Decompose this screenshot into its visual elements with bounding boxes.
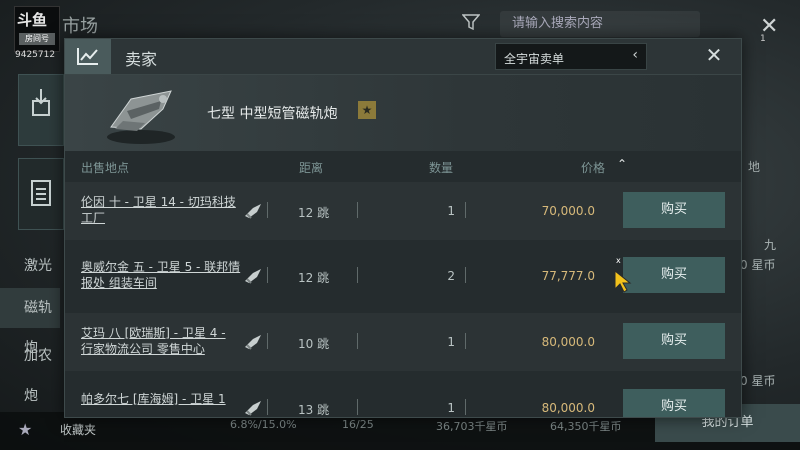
row-quantity: 1 bbox=[447, 204, 455, 218]
dialog-title: 卖家 bbox=[125, 50, 158, 69]
divider bbox=[267, 333, 268, 349]
row-distance: 13 跳 bbox=[298, 403, 330, 417]
buy-button[interactable]: 购买 bbox=[623, 389, 725, 417]
divider bbox=[357, 333, 358, 349]
row-location[interactable]: 奥威尔金 五 - 卫星 5 - 联邦情报处 组装车间 bbox=[81, 259, 241, 291]
row-price: 70,000.0 bbox=[541, 204, 595, 218]
mouse-cursor-icon bbox=[614, 269, 632, 298]
divider bbox=[267, 399, 268, 415]
row-location[interactable]: 帕多尔七 [库海姆] - 卫星 1 bbox=[81, 391, 241, 407]
row-location[interactable]: 伦因 十 - 卫星 14 - 切玛科技 工厂 bbox=[81, 194, 241, 226]
right-label-2: 九 bbox=[764, 238, 777, 252]
filter-icon[interactable] bbox=[461, 14, 481, 31]
divider bbox=[465, 267, 466, 283]
corner-mark: 1 bbox=[760, 34, 766, 44]
railgun-image bbox=[101, 81, 181, 147]
streamer-logo: 斗鱼 房间号 bbox=[14, 6, 60, 52]
orders-tab-icon[interactable] bbox=[18, 158, 64, 230]
row-distance: 12 跳 bbox=[298, 206, 330, 220]
cursor-marker: x bbox=[616, 256, 621, 265]
row-distance: 10 跳 bbox=[298, 337, 330, 351]
table-row: 奥威尔金 五 - 卫星 5 - 联邦情报处 组装车间 12 跳 2 77,777… bbox=[65, 247, 741, 305]
row-price: 80,000.0 bbox=[541, 335, 595, 349]
logo-text: 斗鱼 bbox=[17, 11, 48, 29]
star-icon[interactable]: ★ bbox=[18, 420, 32, 439]
sort-up-icon[interactable]: ⌃ bbox=[617, 157, 627, 171]
travel-icon[interactable] bbox=[243, 267, 263, 285]
right-label-1: 地 bbox=[748, 160, 761, 174]
sell-tab-icon[interactable] bbox=[18, 74, 64, 146]
balance-stat: 36,703千星币 bbox=[436, 420, 508, 433]
side-item-cannon[interactable]: 加农炮 bbox=[0, 336, 60, 404]
buy-button[interactable]: 购买 bbox=[623, 192, 725, 228]
buy-button[interactable]: 购买 bbox=[623, 323, 725, 359]
escrow-stat: 64,350千星币 bbox=[550, 420, 622, 433]
divider bbox=[465, 333, 466, 349]
table-row: 帕多尔七 [库海姆] - 卫星 1 13 跳 1 80,000.0 购买 bbox=[65, 379, 741, 417]
divider bbox=[267, 267, 268, 283]
row-location[interactable]: 艾玛 八 [欧瑞斯] - 卫星 4 - 行家物流公司 零售中心 bbox=[81, 325, 241, 357]
order-count-stat: 16/25 bbox=[342, 418, 374, 431]
travel-icon[interactable] bbox=[243, 202, 263, 220]
chevron-left-icon: ‹ bbox=[632, 47, 638, 63]
side-item-railgun[interactable]: 磁轨炮 bbox=[0, 288, 60, 356]
dialog-header: 卖家 全宇宙卖单 ‹ ✕ bbox=[65, 39, 741, 75]
column-price[interactable]: 价格 bbox=[581, 159, 605, 176]
divider bbox=[357, 399, 358, 415]
divider bbox=[357, 267, 358, 283]
travel-icon[interactable] bbox=[243, 399, 263, 417]
search-input[interactable]: 请输入搜索内容 bbox=[500, 11, 700, 37]
star-icon[interactable]: ★ bbox=[358, 101, 376, 119]
divider bbox=[357, 202, 358, 218]
row-quantity: 2 bbox=[447, 269, 455, 283]
chart-icon[interactable] bbox=[65, 39, 111, 74]
market-title: 市场 bbox=[62, 16, 98, 37]
favorites-label[interactable]: 收藏夹 bbox=[60, 421, 96, 438]
logo-room-label: 房间号 bbox=[19, 33, 55, 45]
row-distance: 12 跳 bbox=[298, 271, 330, 285]
buy-button[interactable]: 购买 bbox=[623, 257, 725, 293]
row-quantity: 1 bbox=[447, 401, 455, 415]
row-price: 80,000.0 bbox=[541, 401, 595, 415]
tax-stat: 6.8%/15.0% bbox=[230, 418, 297, 431]
divider bbox=[267, 202, 268, 218]
right-label-4: 0 星币 bbox=[740, 374, 776, 388]
item-banner: 七型 中型短管磁轨炮 ★ bbox=[65, 75, 741, 151]
row-quantity: 1 bbox=[447, 335, 455, 349]
item-name: 七型 中型短管磁轨炮 bbox=[207, 106, 338, 122]
room-id: 9425712 bbox=[15, 50, 56, 60]
column-location: 出售地点 bbox=[81, 161, 130, 175]
region-dropdown[interactable]: 全宇宙卖单 ‹ bbox=[495, 43, 647, 70]
side-item-laser[interactable]: 激光炮 bbox=[0, 246, 60, 314]
table-row: 艾玛 八 [欧瑞斯] - 卫星 4 - 行家物流公司 零售中心 10 跳 1 8… bbox=[65, 313, 741, 371]
travel-icon[interactable] bbox=[243, 333, 263, 351]
column-quantity[interactable]: 数量 bbox=[429, 159, 453, 176]
column-distance[interactable]: 距离 bbox=[299, 159, 323, 176]
right-label-3: 0 星币 bbox=[740, 258, 776, 272]
row-price: 77,777.0 bbox=[541, 269, 595, 283]
table-row: 伦因 十 - 卫星 14 - 切玛科技 工厂 12 跳 1 70,000.0 购… bbox=[65, 182, 741, 240]
close-icon[interactable]: ✕ bbox=[702, 43, 726, 67]
sellers-dialog: 卖家 全宇宙卖单 ‹ ✕ 七型 中型短管磁轨炮 ★ 出售地点 距离 数量 价格 … bbox=[64, 38, 742, 418]
divider bbox=[465, 399, 466, 415]
divider bbox=[465, 202, 466, 218]
region-dropdown-label: 全宇宙卖单 bbox=[504, 52, 565, 66]
